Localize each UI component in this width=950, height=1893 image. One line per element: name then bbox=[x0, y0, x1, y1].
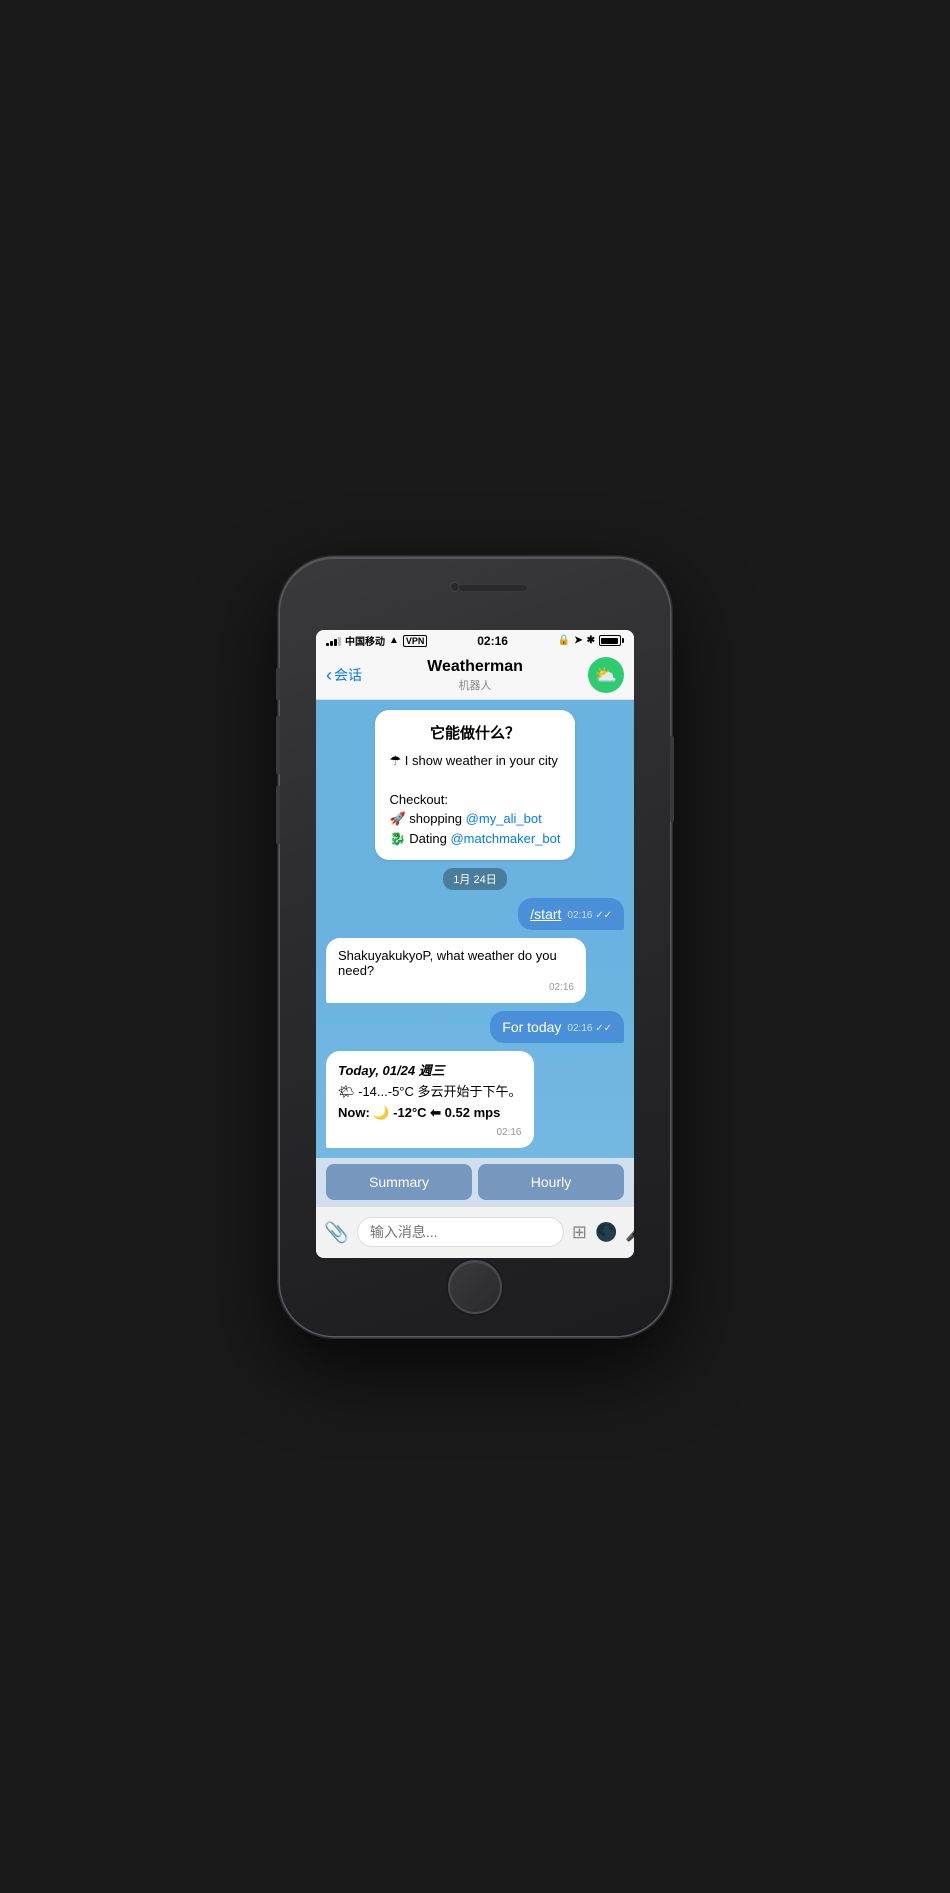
welcome-bubble: 它能做什么？ ☂ I show weather in your city Che… bbox=[375, 710, 574, 861]
mute-button[interactable] bbox=[276, 668, 280, 700]
weather-line2: 🌤 -14...-5°C 多云开始于下午。 bbox=[338, 1082, 522, 1103]
hourly-button[interactable]: Hourly bbox=[478, 1164, 624, 1200]
user-message-1-time: 02:16 ✓✓ bbox=[567, 910, 612, 921]
user-message-2: For today 02:16 ✓✓ bbox=[490, 1011, 624, 1043]
battery-body bbox=[599, 635, 621, 646]
welcome-dating-line: 🐉 Dating @matchmaker_bot bbox=[389, 829, 560, 849]
bot-message-1-text: ShakuyakukyoP, what weather do you need? bbox=[338, 948, 574, 978]
message-input[interactable] bbox=[357, 1217, 564, 1247]
welcome-title: 它能做什么？ bbox=[389, 722, 560, 743]
carrier-label: 中国移动 bbox=[345, 633, 385, 648]
bot-avatar-emoji: ⛅ bbox=[595, 665, 617, 686]
welcome-dating: 🐉 Dating bbox=[389, 831, 446, 846]
status-bar: 中国移动 ▲ VPN 02:16 🔒 ➤ ✱ bbox=[316, 630, 634, 652]
status-left: 中国移动 ▲ VPN bbox=[326, 633, 427, 648]
user-message-1-text: /start bbox=[530, 906, 561, 922]
power-button[interactable] bbox=[670, 736, 674, 822]
welcome-checkout: Checkout: bbox=[389, 790, 560, 810]
checkmarks-icon-2: ✓✓ bbox=[595, 1023, 612, 1034]
volume-down-button[interactable] bbox=[276, 786, 280, 844]
signal-bar-3 bbox=[334, 639, 337, 646]
checkmarks-icon-1: ✓✓ bbox=[595, 910, 612, 921]
date-badge: 1月 24日 bbox=[443, 868, 506, 890]
welcome-shopping: 🚀 shopping bbox=[389, 811, 462, 826]
chevron-left-icon: ‹ bbox=[326, 665, 332, 686]
welcome-dating-link[interactable]: @matchmaker_bot bbox=[450, 831, 560, 846]
signal-bar-1 bbox=[326, 643, 329, 646]
battery-tip bbox=[622, 638, 624, 643]
wifi-icon: ▲ bbox=[389, 635, 399, 646]
status-right: 🔒 ➤ ✱ bbox=[558, 635, 624, 646]
user-message-2-time: 02:16 ✓✓ bbox=[567, 1023, 612, 1034]
signal-bar-4 bbox=[338, 637, 341, 646]
battery-icon bbox=[599, 635, 624, 646]
input-bar: 📎 ⊞ 🌑 🎤 bbox=[316, 1206, 634, 1258]
bluetooth-icon: ✱ bbox=[587, 635, 595, 646]
bot-message-1: ShakuyakukyoP, what weather do you need?… bbox=[326, 938, 586, 1003]
quick-replies: Summary Hourly bbox=[316, 1158, 634, 1206]
phone-device: 中国移动 ▲ VPN 02:16 🔒 ➤ ✱ ‹ 会话 bbox=[280, 558, 670, 1336]
signal-icon bbox=[326, 636, 341, 646]
bot-message-2-time: 02:16 bbox=[338, 1127, 522, 1138]
nav-title: Weatherman bbox=[362, 657, 588, 676]
vpn-label: VPN bbox=[403, 635, 428, 647]
bot-avatar[interactable]: ⛅ bbox=[588, 657, 624, 693]
nav-subtitle: 机器人 bbox=[362, 677, 588, 693]
weather-line3: Now: 🌙 -12°C ⬅ 0.52 mps bbox=[338, 1103, 522, 1124]
nav-bar: ‹ 会话 Weatherman 机器人 ⛅ bbox=[316, 652, 634, 700]
bot-message-1-time: 02:16 bbox=[338, 982, 574, 993]
welcome-body: ☂ I show weather in your city Checkout: … bbox=[389, 751, 560, 849]
back-label: 会话 bbox=[334, 665, 362, 685]
home-button[interactable] bbox=[448, 1260, 502, 1314]
welcome-shopping-line: 🚀 shopping @my_ali_bot bbox=[389, 809, 560, 829]
front-speaker bbox=[458, 584, 528, 592]
sticker-icon[interactable]: ⊞ bbox=[572, 1222, 587, 1243]
volume-up-button[interactable] bbox=[276, 716, 280, 774]
weather-line1: Today, 01/24 週三 bbox=[338, 1061, 522, 1082]
user-message-1: /start 02:16 ✓✓ bbox=[518, 898, 624, 930]
attachment-icon[interactable]: 📎 bbox=[324, 1220, 349, 1245]
nav-title-area: Weatherman 机器人 bbox=[362, 657, 588, 692]
welcome-shopping-link[interactable]: @my_ali_bot bbox=[466, 811, 542, 826]
input-right-icons: ⊞ 🌑 🎤 bbox=[572, 1222, 634, 1243]
battery-fill bbox=[601, 638, 618, 644]
microphone-icon[interactable]: 🎤 bbox=[625, 1222, 634, 1243]
user-message-2-text: For today bbox=[502, 1019, 561, 1035]
chat-area[interactable]: 它能做什么？ ☂ I show weather in your city Che… bbox=[316, 700, 634, 1158]
signal-bar-2 bbox=[330, 641, 333, 646]
welcome-line1: ☂ I show weather in your city bbox=[389, 751, 560, 771]
screen: 中国移动 ▲ VPN 02:16 🔒 ➤ ✱ ‹ 会话 bbox=[316, 630, 634, 1258]
emoji-icon[interactable]: 🌑 bbox=[595, 1222, 617, 1243]
lock-icon: 🔒 bbox=[558, 635, 570, 646]
bot-message-2-text: Today, 01/24 週三 🌤 -14...-5°C 多云开始于下午。 No… bbox=[338, 1061, 522, 1123]
location-icon: ➤ bbox=[574, 635, 582, 646]
status-time: 02:16 bbox=[477, 634, 508, 648]
summary-button[interactable]: Summary bbox=[326, 1164, 472, 1200]
back-button[interactable]: ‹ 会话 bbox=[326, 665, 362, 686]
bot-message-2: Today, 01/24 週三 🌤 -14...-5°C 多云开始于下午。 No… bbox=[326, 1051, 534, 1148]
